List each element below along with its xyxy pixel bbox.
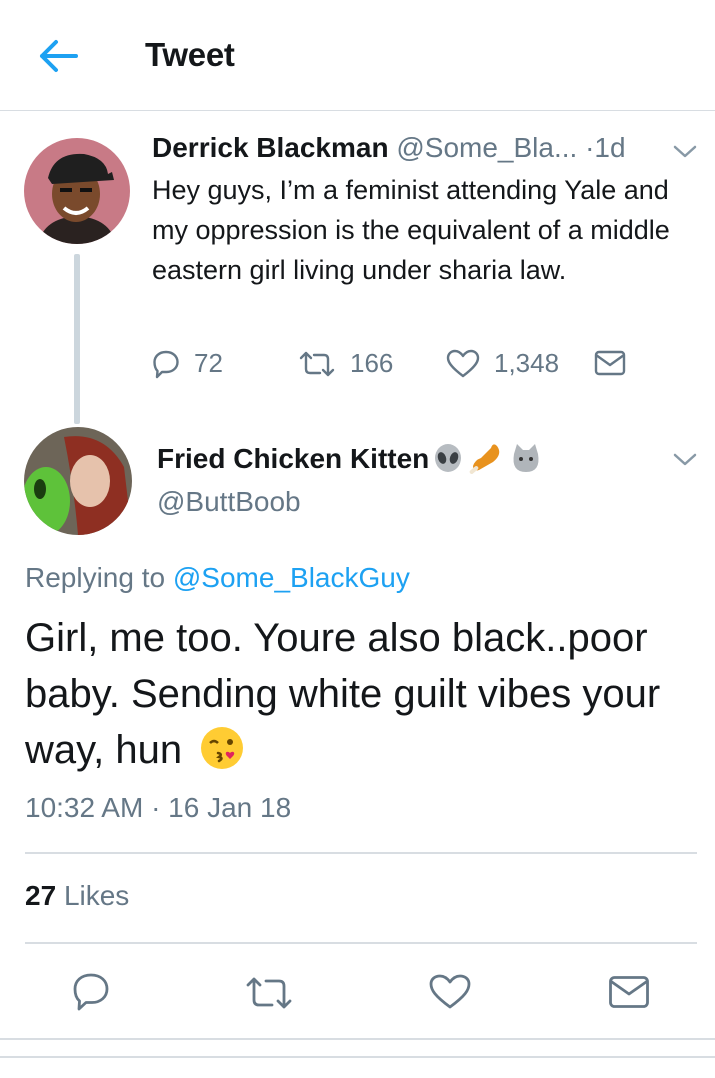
- reply-author-row: Fried Chicken Kitten: [157, 442, 543, 476]
- tweet-timestamp: 10:32 AM · 16 Jan 18: [25, 792, 292, 823]
- kissing-face-icon: [201, 727, 244, 769]
- replying-prefix: Replying to: [25, 562, 166, 593]
- heart-icon: [446, 349, 480, 377]
- direct-message-button[interactable]: [594, 350, 640, 376]
- divider: [0, 1038, 715, 1040]
- like-count: 1,348: [494, 348, 560, 378]
- page-title: Tweet: [145, 36, 235, 73]
- replying-to: Replying to @Some_BlackGuy: [25, 562, 410, 594]
- avatar-fried-chicken-kitten[interactable]: [24, 427, 132, 535]
- divider: [0, 1056, 715, 1058]
- retweet-button[interactable]: 166: [298, 348, 393, 379]
- reply-icon: [73, 973, 109, 1011]
- reply-count: 72: [194, 348, 223, 378]
- reply-button[interactable]: 72: [152, 348, 223, 379]
- arrow-left-icon: [40, 40, 78, 72]
- reply-icon: [153, 350, 179, 378]
- author-handle[interactable]: @Some_Bla...: [396, 132, 577, 163]
- parent-tweet-text: Hey guys, I’m a feminist attending Yale …: [152, 175, 670, 285]
- tweet-age: 1d: [594, 132, 626, 163]
- tweet-menu-button[interactable]: [672, 452, 698, 473]
- like-button[interactable]: 1,348: [446, 348, 559, 379]
- retweet-count: 166: [350, 348, 394, 378]
- likes-count: 27: [25, 880, 57, 911]
- chevron-down-icon: [673, 145, 697, 158]
- envelope-icon: [594, 350, 626, 376]
- retweet-icon: [299, 351, 335, 376]
- divider: [25, 852, 697, 854]
- divider: [25, 942, 697, 944]
- replying-handle-link[interactable]: @Some_BlackGuy: [173, 562, 410, 593]
- reply-tweet-body: Girl, me too. Youre also black..poor bab…: [25, 610, 695, 778]
- heart-icon: [429, 974, 471, 1009]
- direct-message-button[interactable]: [608, 975, 650, 1014]
- author-name[interactable]: Derrick Blackman: [152, 132, 389, 163]
- alien-icon: [435, 444, 462, 472]
- author-handle[interactable]: @ButtBoob: [157, 486, 301, 518]
- poultry-leg-icon: [469, 444, 500, 474]
- avatar-derrick[interactable]: [24, 138, 130, 244]
- thread-connector-line: [74, 254, 80, 424]
- cat-face-icon: [513, 444, 539, 472]
- reply-tweet-text: Girl, me too. Youre also black..poor bab…: [25, 616, 661, 772]
- back-button[interactable]: [36, 36, 80, 76]
- envelope-icon: [609, 976, 649, 1008]
- reply-button[interactable]: [72, 972, 110, 1017]
- author-name[interactable]: Fried Chicken Kitten: [157, 443, 429, 475]
- tweet-menu-button[interactable]: [672, 144, 698, 165]
- likes-summary[interactable]: 27 Likes: [25, 880, 129, 912]
- parent-tweet-header: Derrick Blackman @Some_Bla... ·1d: [152, 132, 626, 164]
- likes-label: Likes: [63, 880, 130, 911]
- chevron-down-icon: [673, 453, 697, 466]
- like-button[interactable]: [428, 973, 472, 1016]
- retweet-button[interactable]: [244, 974, 294, 1017]
- top-bar: Tweet: [0, 0, 715, 111]
- retweet-icon: [246, 977, 292, 1009]
